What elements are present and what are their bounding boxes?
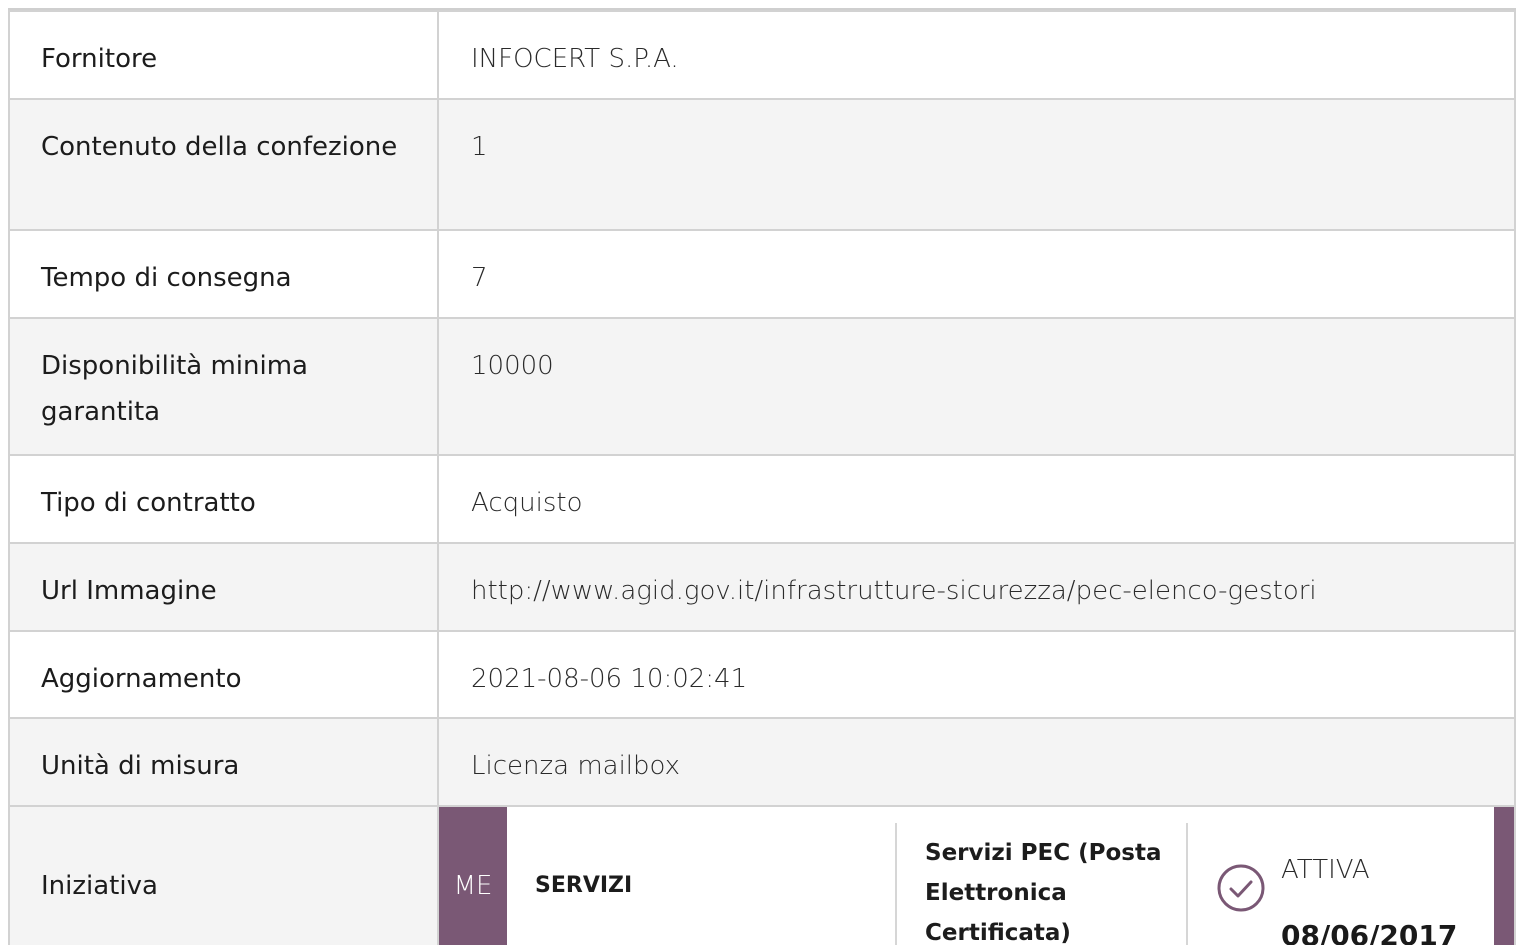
divider (1186, 823, 1188, 945)
row-label-tipo-contratto: Tipo di contratto (8, 454, 439, 544)
row-label-disponibilita-minima: Disponibilità minima garantita (8, 317, 439, 456)
product-detail-page: Fornitore INFOCERT S.P.A. Contenuto dell… (0, 0, 1521, 945)
row-label-iniziativa: Iniziativa (8, 805, 439, 945)
table-row: Url Immagine http://www.agid.gov.it/infr… (8, 542, 1516, 632)
row-label-unita-misura: Unità di misura (8, 717, 439, 807)
initiative-type: SERVIZI (535, 873, 633, 898)
table-row: Disponibilità minima garantita 10000 (8, 317, 1516, 456)
product-detail-table: Fornitore INFOCERT S.P.A. Contenuto dell… (8, 10, 1516, 945)
initiative-date: 08/06/2017 (1281, 919, 1458, 945)
initiative-status: ATTIVA (1281, 855, 1370, 885)
row-value-tempo-consegna: 7 (437, 229, 1516, 319)
initiative-description: Servizi PEC (Posta Elettronica Certifica… (925, 840, 1162, 945)
initiative-accent-bar (1494, 807, 1514, 945)
row-label-aggiornamento: Aggiornamento (8, 630, 439, 719)
initiative-cell: ME SERVIZI Servizi PEC (Posta Elettronic… (437, 805, 1516, 945)
table-row: Contenuto della confezione 1 (8, 98, 1516, 231)
initiative-card[interactable]: ME SERVIZI Servizi PEC (Posta Elettronic… (439, 807, 1514, 945)
row-value-url-immagine[interactable]: http://www.agid.gov.it/infrastrutture-si… (437, 542, 1516, 632)
row-value-contenuto-confezione: 1 (437, 98, 1516, 231)
initiative-badge: ME (439, 807, 507, 945)
divider (895, 823, 897, 945)
row-label-tempo-consegna: Tempo di consegna (8, 229, 439, 319)
row-value-aggiornamento: 2021-08-06 10:02:41 (437, 630, 1516, 719)
table-row: Unità di misura Licenza mailbox (8, 717, 1516, 807)
table-row: Fornitore INFOCERT S.P.A. (8, 10, 1516, 100)
row-value-unita-misura: Licenza mailbox (437, 717, 1516, 807)
table-row: Tipo di contratto Acquisto (8, 454, 1516, 544)
row-label-url-immagine: Url Immagine (8, 542, 439, 632)
row-label-fornitore: Fornitore (8, 10, 439, 100)
row-value-tipo-contratto: Acquisto (437, 454, 1516, 544)
row-label-contenuto-confezione: Contenuto della confezione (8, 98, 439, 231)
check-circle-icon (1217, 864, 1265, 912)
table-row: Tempo di consegna 7 (8, 229, 1516, 319)
table-row: Aggiornamento 2021-08-06 10:02:41 (8, 630, 1516, 719)
row-value-fornitore: INFOCERT S.P.A. (437, 10, 1516, 100)
table-row-initiative: Iniziativa ME SERVIZI Servizi PEC (Posta… (8, 805, 1516, 945)
row-value-disponibilita-minima: 10000 (437, 317, 1516, 456)
